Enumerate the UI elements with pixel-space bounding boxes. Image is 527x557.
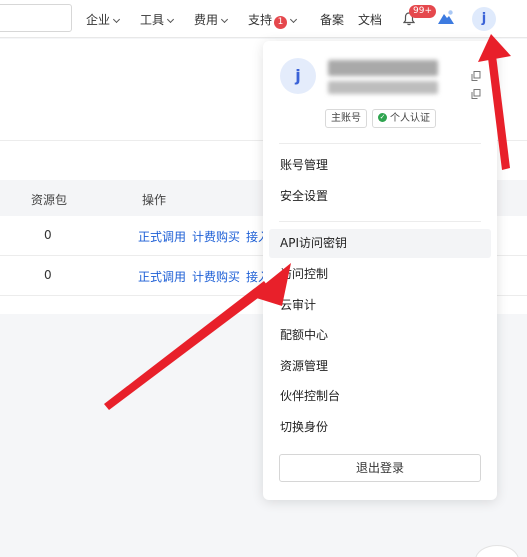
menu-item-resource-management[interactable]: 资源管理 [269, 352, 491, 381]
menu-item-access-control[interactable]: 访问控制 [269, 260, 491, 289]
chevron-down-icon [112, 15, 121, 24]
divider [279, 143, 481, 144]
nav-icp-label: 备案 [320, 13, 345, 27]
chevron-down-icon [220, 15, 229, 24]
check-icon: ✓ [378, 112, 387, 122]
menu-item-quota-center[interactable]: 配额中心 [269, 321, 491, 350]
avatar: j [280, 58, 316, 94]
nav-tools-label: 工具 [140, 13, 165, 27]
menu-item-api-keys[interactable]: API访问密钥 [269, 229, 491, 258]
menu-item-switch-identity[interactable]: 切换身份 [269, 413, 491, 442]
nav-icp-filing[interactable]: 备案 [320, 11, 344, 28]
chevron-down-icon [166, 15, 175, 24]
support-badge: 1 [274, 16, 288, 29]
personal-verification-tag: ✓ 个人认证 [372, 109, 436, 128]
column-header-actions: 操作 [142, 193, 167, 207]
chevron-down-icon [289, 15, 298, 24]
nav-tools[interactable]: 工具 [140, 11, 175, 28]
column-header-resource-pack: 资源包 [31, 193, 68, 207]
nav-billing-label: 费用 [194, 13, 219, 27]
nav-support[interactable]: 支持 1 [248, 11, 298, 29]
menu-item-security-settings[interactable]: 安全设置 [269, 182, 491, 211]
divider [279, 221, 481, 222]
user-avatar-button[interactable]: j [472, 7, 496, 31]
menu-item-partner-console[interactable]: 伙伴控制台 [269, 382, 491, 411]
nav-enterprise-label: 企业 [86, 13, 111, 27]
floating-button[interactable] [475, 545, 519, 557]
nav-billing[interactable]: 费用 [194, 11, 229, 28]
logout-button[interactable]: 退出登录 [279, 454, 481, 482]
purchase-link[interactable]: 计费购买 [192, 228, 240, 245]
nav-enterprise[interactable]: 企业 [86, 11, 121, 28]
redacted-account-id [328, 81, 438, 94]
official-call-link[interactable]: 正式调用 [138, 268, 186, 285]
mountain-icon[interactable] [437, 9, 455, 29]
menu-item-cloud-audit[interactable]: 云审计 [269, 291, 491, 320]
verification-label: 个人认证 [390, 113, 430, 124]
main-account-tag: 主账号 [325, 109, 367, 128]
nav-docs[interactable]: 文档 [358, 11, 382, 28]
copy-icon[interactable] [471, 66, 481, 81]
copy-icon[interactable] [471, 84, 481, 99]
resource-pack-count: 0 [44, 228, 52, 242]
resource-pack-count: 0 [44, 268, 52, 282]
top-nav-bar: 企业 工具 费用 支持 1 备案 文档 99+ j [0, 0, 527, 38]
purchase-link[interactable]: 计费购买 [192, 268, 240, 285]
search-input[interactable] [0, 4, 72, 32]
menu-item-account-management[interactable]: 账号管理 [269, 151, 491, 180]
nav-support-label: 支持 [248, 13, 273, 27]
nav-docs-label: 文档 [358, 13, 383, 27]
redacted-username [328, 60, 438, 76]
notification-badge: 99+ [409, 5, 436, 18]
account-dropdown: j 主账号 ✓ 个人认证 账号管理 安全设置 API访问密钥 访问控制 云审计 配… [263, 41, 497, 500]
official-call-link[interactable]: 正式调用 [138, 228, 186, 245]
